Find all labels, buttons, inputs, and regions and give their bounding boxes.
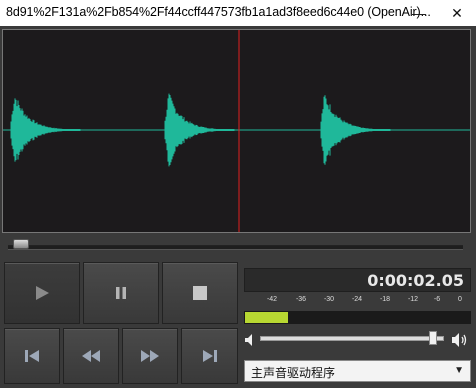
seek-handle[interactable] xyxy=(12,239,29,249)
elapsed-time: 0:00:02.05 xyxy=(367,271,464,290)
scale-label: -6 xyxy=(433,296,441,303)
stop-button[interactable] xyxy=(162,262,238,324)
close-button[interactable]: ✕ xyxy=(438,0,476,26)
scale-label: 0 xyxy=(458,296,462,303)
level-meter xyxy=(244,311,471,324)
audio-device-select[interactable]: 主声音驱动程序 ▼ xyxy=(244,360,471,382)
fast-forward-icon xyxy=(141,350,159,362)
scale-label: -30 xyxy=(323,296,335,303)
scale-label: -12 xyxy=(407,296,419,303)
volume-slider[interactable] xyxy=(260,336,444,341)
title-bar: 8d91%2F131a%2Fb854%2Ff44ccff447573fb1a1a… xyxy=(0,0,476,26)
scale-label: -42 xyxy=(266,296,278,303)
scale-label: -18 xyxy=(379,296,391,303)
audio-device-value: 主声音驱动程序 xyxy=(251,366,336,380)
time-display: 0:00:02.05 xyxy=(244,268,471,292)
skip-to-end-button[interactable] xyxy=(181,328,238,384)
level-meter-fill xyxy=(245,312,288,323)
speaker-mute-icon[interactable] xyxy=(244,333,256,347)
rewind-button[interactable] xyxy=(63,328,119,384)
seek-bar[interactable] xyxy=(8,245,463,250)
skip-to-start-button[interactable] xyxy=(4,328,60,384)
window-title: 8d91%2F131a%2Fb854%2Ff44ccff447573fb1a1a… xyxy=(6,5,431,19)
play-button[interactable] xyxy=(4,262,80,324)
pause-button[interactable] xyxy=(83,262,159,324)
stop-icon xyxy=(193,286,207,300)
level-scale: -42 -36 -30 -24 -18 -12 -6 0 xyxy=(244,295,471,309)
skip-to-start-icon xyxy=(25,350,39,362)
minimize-icon: — xyxy=(412,5,426,21)
pause-icon xyxy=(116,287,126,299)
volume-control xyxy=(244,328,471,352)
waveform-burst xyxy=(164,93,235,167)
minimize-button[interactable]: — xyxy=(400,0,438,26)
waveform-burst xyxy=(320,95,391,165)
skip-to-end-icon xyxy=(202,350,217,362)
volume-handle[interactable] xyxy=(428,331,437,345)
waveform-view[interactable] xyxy=(2,29,471,233)
close-icon: ✕ xyxy=(451,4,463,21)
scale-label: -24 xyxy=(351,296,363,303)
chevron-down-icon: ▼ xyxy=(454,365,464,376)
rewind-icon xyxy=(82,350,100,362)
waveform-burst xyxy=(10,98,81,162)
scale-label: -36 xyxy=(295,296,307,303)
fast-forward-button[interactable] xyxy=(122,328,178,384)
speaker-loud-icon[interactable] xyxy=(451,332,469,348)
play-icon xyxy=(36,286,49,300)
player-window: 0:00:02.05 -42 -36 -30 -24 -18 -12 -6 0 … xyxy=(0,26,476,388)
waveform-graphic xyxy=(3,30,470,232)
